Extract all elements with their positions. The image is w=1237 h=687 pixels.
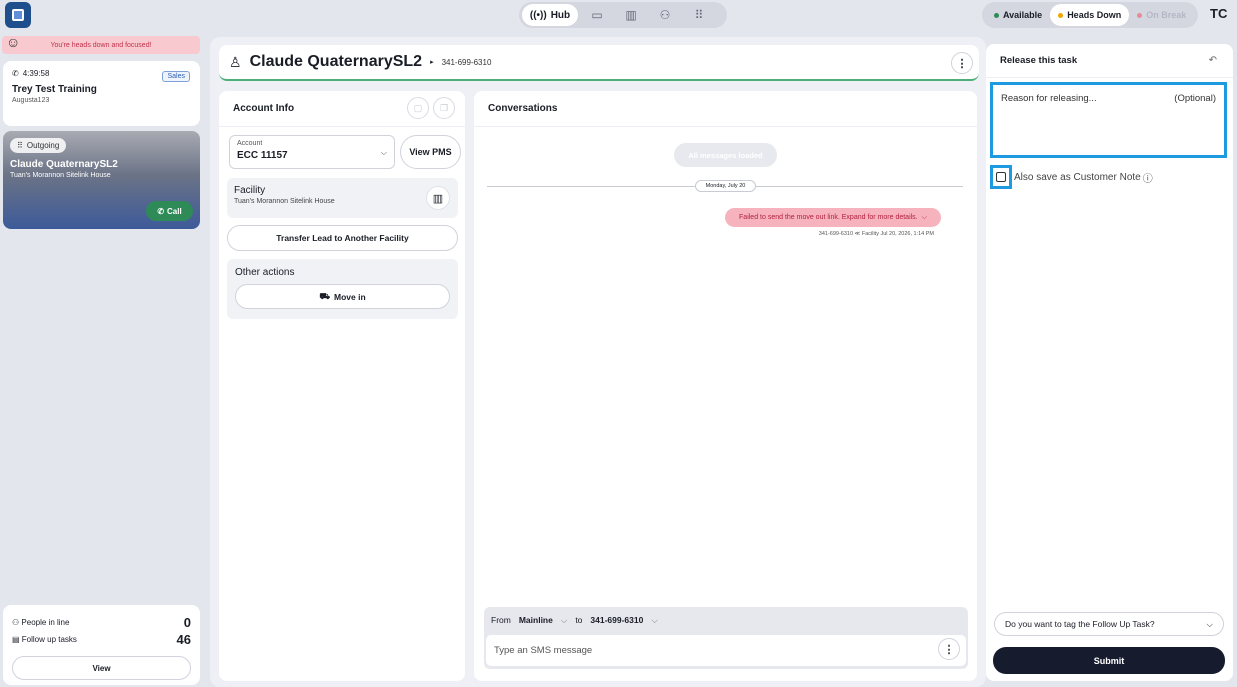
view-queue-button[interactable]: View (12, 656, 191, 680)
status-dot-icon (1137, 12, 1143, 18)
focus-doodle-icon: ☺ (6, 34, 21, 50)
info-icon: ⓘ (1142, 173, 1153, 185)
chevron-down-icon: ⌵ (560, 614, 568, 625)
task-column: ☺ You're heads down and focused! ✆ 4:39:… (0, 32, 207, 687)
nav-hub-tab[interactable]: ((•)) Hub (522, 4, 578, 26)
document-icon[interactable]: ▢ (407, 97, 429, 119)
message-meta: 341-699-6310 ≪ Facility Jul 20, 2026, 1:… (818, 231, 934, 237)
outgoing-facility: Tuan's Morannon Sitelink House (10, 172, 111, 179)
chevron-down-icon: ⌵ (1206, 618, 1213, 629)
account-info-panel: Account Info ▢ ❐ Account ECC 11157 ⌵ Vie… (219, 91, 465, 681)
status-on-break[interactable]: On Break (1129, 4, 1194, 26)
flag-icon: ▸ (430, 59, 434, 66)
error-message-bubble[interactable]: Failed to send the move out link. Expand… (725, 208, 941, 227)
submit-button[interactable]: Submit (993, 647, 1225, 674)
outgoing-contact-name: Claude QuaternarySL2 (10, 159, 118, 170)
status-available[interactable]: Available (986, 4, 1050, 26)
status-dot-icon (1058, 12, 1064, 18)
phone-icon: ✆ (157, 206, 165, 216)
task-timer: 4:39:58 (22, 69, 50, 78)
facility-card: Facility Tuan's Morannon Sitelink House … (227, 178, 458, 218)
release-task-panel: Release this task ↶ Reason for releasing… (986, 44, 1233, 681)
team-icon[interactable]: ⚇ (650, 4, 680, 26)
contact-card-icon[interactable]: ▭ (582, 4, 612, 26)
undo-icon[interactable]: ↶ (1209, 55, 1217, 66)
account-select[interactable]: Account ECC 11157 ⌵ (229, 135, 395, 169)
truck-icon: ⛟ (319, 290, 331, 301)
app-logo[interactable] (5, 2, 31, 28)
copy-icon[interactable]: ❐ (433, 97, 455, 119)
status-selector: Available Heads Down On Break (982, 2, 1198, 28)
follow-up-count: 46 (176, 632, 191, 647)
other-actions-title: Other actions (235, 267, 295, 278)
save-note-row: Also save as Customer Note ⓘ (990, 165, 1153, 189)
task-subtitle: Augusta123 (12, 97, 50, 104)
task-tag: Sales (162, 71, 190, 82)
facility-name: Tuan's Morannon Sitelink House (234, 198, 335, 205)
call-button[interactable]: ✆ Call (146, 201, 193, 221)
view-pms-button[interactable]: View PMS (400, 135, 461, 169)
phone-icon: ✆ (12, 69, 19, 78)
building-icon[interactable]: ▥ (616, 4, 646, 26)
save-note-checkbox[interactable] (990, 165, 1012, 189)
outgoing-call-card[interactable]: ⠿ Outgoing Claude QuaternarySL2 Tuan's M… (3, 131, 200, 229)
release-reason-field[interactable]: Reason for releasing... (Optional) (990, 82, 1227, 158)
release-title: Release this task (986, 44, 1233, 78)
composer-more-button[interactable]: ⋮ (938, 638, 960, 660)
add-contact-icon: ♙ (229, 53, 242, 70)
broadcast-icon: ((•)) (529, 9, 547, 21)
from-select[interactable]: Mainline (519, 615, 553, 625)
building-icon[interactable]: ▥ (426, 186, 450, 210)
other-actions: Other actions ⛟ Move in (227, 259, 458, 319)
queue-stats: ⚇ People in line 0 ▤ Follow up tasks 46 … (3, 605, 200, 685)
dialpad-icon[interactable]: ⠿ (684, 4, 714, 26)
facility-title: Facility (234, 185, 266, 196)
contact-header: ♙ Claude QuaternarySL2 ▸ 341-699-6310 ⋮ (219, 45, 979, 81)
sms-composer: From Mainline ⌵ to 341-699-6310 ⌵ Type a… (484, 607, 968, 669)
move-in-button[interactable]: ⛟ Move in (235, 284, 450, 309)
to-select[interactable]: 341-699-6310 (590, 615, 643, 625)
status-heads-down[interactable]: Heads Down (1050, 4, 1130, 26)
date-chip: Monday, July 20 (695, 180, 756, 192)
contact-name: Claude QuaternarySL2 (249, 53, 423, 70)
heads-down-banner: ☺ You're heads down and focused! (2, 34, 200, 54)
follow-up-row: ▤ Follow up tasks 46 (12, 632, 191, 647)
all-loaded-button: All messages loaded (674, 143, 777, 167)
user-avatar[interactable]: TC (1210, 6, 1227, 21)
conversations-panel: Conversations All messages loaded Monday… (474, 91, 977, 681)
chevron-down-icon: ⌵ (921, 213, 927, 221)
contact-more-button[interactable]: ⋮ (951, 52, 973, 74)
conversations-title: Conversations (474, 91, 977, 127)
people-icon: ⚇ (12, 618, 22, 627)
sms-input[interactable]: Type an SMS message (486, 635, 966, 666)
top-bar: ((•)) Hub ▭ ▥ ⚇ ⠿ Available Heads Down O… (0, 0, 1237, 30)
active-task-card[interactable]: ✆ 4:39:58 Sales Trey Test Training Augus… (3, 61, 200, 126)
chevron-down-icon: ⌵ (380, 148, 387, 157)
contact-phone: 341-699-6310 (441, 57, 492, 67)
people-in-line-row: ⚇ People in line 0 (12, 615, 191, 630)
dialpad-icon: ⠿ (17, 141, 23, 150)
outgoing-chip: ⠿ Outgoing (10, 138, 67, 153)
account-value: ECC 11157 (237, 150, 288, 161)
status-dot-icon (994, 12, 999, 18)
people-count: 0 (183, 615, 191, 630)
task-title: Trey Test Training (12, 84, 97, 95)
main-nav: ((•)) Hub ▭ ▥ ⚇ ⠿ (519, 2, 727, 28)
tasks-icon: ▤ (12, 635, 22, 644)
transfer-lead-button[interactable]: Transfer Lead to Another Facility (227, 225, 458, 251)
chevron-down-icon: ⌵ (651, 614, 658, 625)
tag-follow-up-dropdown[interactable]: Do you want to tag the Follow Up Task? ⌵ (994, 612, 1224, 636)
